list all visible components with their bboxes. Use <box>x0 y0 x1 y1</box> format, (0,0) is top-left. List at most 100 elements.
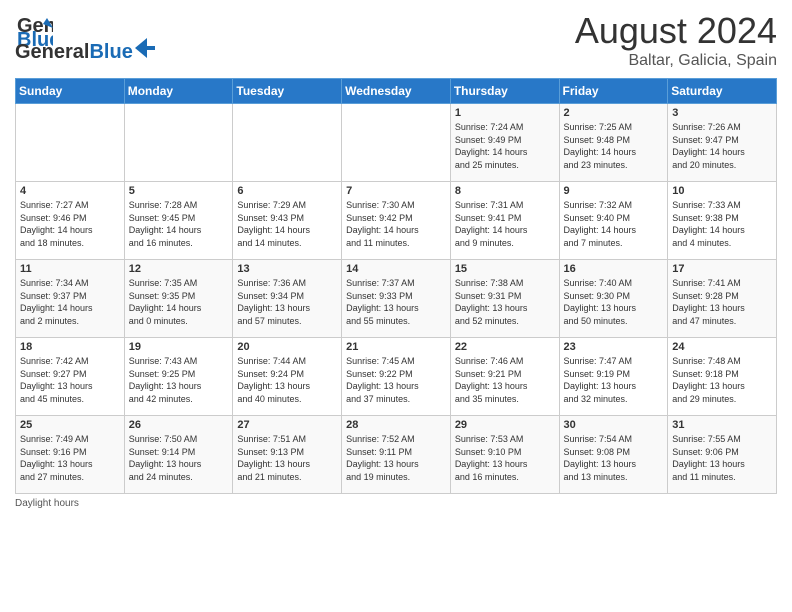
day-number: 21 <box>346 341 446 353</box>
day-number: 12 <box>129 263 229 275</box>
table-row: 10 Sunrise: 7:33 AMSunset: 9:38 PMDayligh… <box>668 182 777 260</box>
day-info-line: Sunrise: 7:45 AM <box>346 355 446 368</box>
weekday-header-row: Sunday Monday Tuesday Wednesday Thursday… <box>16 79 777 104</box>
day-number: 27 <box>237 419 337 431</box>
day-info: Sunrise: 7:49 AMSunset: 9:16 PMDaylight:… <box>20 433 120 483</box>
day-info-line: Daylight: 14 hours <box>455 146 555 159</box>
table-row: 4Sunrise: 7:27 AMSunset: 9:46 PMDaylight… <box>16 182 125 260</box>
day-number: 10 <box>672 185 772 197</box>
header-thursday: Thursday <box>450 79 559 104</box>
day-info-line: Sunrise: 7:31 AM <box>455 199 555 212</box>
daylight-hours-label: Daylight hours <box>15 498 79 509</box>
table-row <box>16 104 125 182</box>
day-info-line: and 11 minutes. <box>346 237 446 250</box>
location-subtitle: Baltar, Galicia, Spain <box>575 52 777 70</box>
day-number: 8 <box>455 185 555 197</box>
table-row: 24Sunrise: 7:48 AMSunset: 9:18 PMDayligh… <box>668 338 777 416</box>
table-row: 26Sunrise: 7:50 AMSunset: 9:14 PMDayligh… <box>124 416 233 494</box>
day-number: 14 <box>346 263 446 275</box>
day-number: 9 <box>564 185 664 197</box>
day-info-line: Sunrise: 7:42 AM <box>20 355 120 368</box>
table-row: 19Sunrise: 7:43 AMSunset: 9:25 PMDayligh… <box>124 338 233 416</box>
day-info-line: Daylight: 14 hours <box>455 224 555 237</box>
day-info-line: and 35 minutes. <box>455 393 555 406</box>
day-info-line: and 57 minutes. <box>237 315 337 328</box>
day-info-line: and 4 minutes. <box>672 237 772 250</box>
day-info-line: Daylight: 13 hours <box>346 302 446 315</box>
day-info-line: Sunset: 9:16 PM <box>20 446 120 459</box>
day-info-line: Sunset: 9:25 PM <box>129 368 229 381</box>
table-row: 9Sunrise: 7:32 AMSunset: 9:40 PMDaylight… <box>559 182 668 260</box>
day-number: 7 <box>346 185 446 197</box>
day-info-line: Daylight: 13 hours <box>20 380 120 393</box>
day-info: Sunrise: 7:54 AMSunset: 9:08 PMDaylight:… <box>564 433 664 483</box>
table-row: 6 Sunrise: 7:29 AMSunset: 9:43 PMDaylight… <box>233 182 342 260</box>
day-info-line: and 45 minutes. <box>20 393 120 406</box>
calendar-week-row: 25Sunrise: 7:49 AMSunset: 9:16 PMDayligh… <box>16 416 777 494</box>
day-info: Sunrise: 7:46 AMSunset: 9:21 PMDaylight:… <box>455 355 555 405</box>
table-row: 25Sunrise: 7:49 AMSunset: 9:16 PMDayligh… <box>16 416 125 494</box>
day-info-line: and 19 minutes. <box>346 471 446 484</box>
day-info-line: Daylight: 13 hours <box>346 380 446 393</box>
header-wednesday: Wednesday <box>342 79 451 104</box>
logo-blue-text: Blue <box>89 41 132 64</box>
day-info: Sunrise: 7:34 AMSunset: 9:37 PMDaylight:… <box>20 277 120 327</box>
day-info-line: Daylight: 14 hours <box>672 224 772 237</box>
day-info-line: Sunrise: 7:24 AM <box>455 121 555 134</box>
day-info-line: Sunset: 9:46 PM <box>20 212 120 225</box>
day-info: Sunrise: 7:52 AMSunset: 9:11 PMDaylight:… <box>346 433 446 483</box>
day-info-line: Sunset: 9:35 PM <box>129 290 229 303</box>
day-info: Sunrise: 7:44 AMSunset: 9:24 PMDaylight:… <box>237 355 337 405</box>
main-container: General Blue General Blue August 2024 Ba… <box>0 0 792 514</box>
day-info-line: Sunrise: 7:55 AM <box>672 433 772 446</box>
day-info-line: Daylight: 13 hours <box>564 302 664 315</box>
header-saturday: Saturday <box>668 79 777 104</box>
day-info-line: Sunset: 9:22 PM <box>346 368 446 381</box>
day-info-line: Daylight: 13 hours <box>672 302 772 315</box>
day-info-line: Daylight: 14 hours <box>237 224 337 237</box>
table-row: 2Sunrise: 7:25 AMSunset: 9:48 PMDaylight… <box>559 104 668 182</box>
day-info-line: Sunset: 9:28 PM <box>672 290 772 303</box>
day-info-line: Sunset: 9:48 PM <box>564 134 664 147</box>
day-info-line: and 2 minutes. <box>20 315 120 328</box>
day-number: 6 <box>237 185 337 197</box>
day-info-line: Sunset: 9:45 PM <box>129 212 229 225</box>
day-info: Sunrise: 7:38 AMSunset: 9:31 PMDaylight:… <box>455 277 555 327</box>
table-row: 31Sunrise: 7:55 AMSunset: 9:06 PMDayligh… <box>668 416 777 494</box>
day-info-line: and 42 minutes. <box>129 393 229 406</box>
day-info: Sunrise: 7:48 AMSunset: 9:18 PMDaylight:… <box>672 355 772 405</box>
month-year-title: August 2024 <box>575 10 777 52</box>
day-info: Sunrise: 7:55 AMSunset: 9:06 PMDaylight:… <box>672 433 772 483</box>
day-info-line: Sunrise: 7:30 AM <box>346 199 446 212</box>
day-info-line: Daylight: 13 hours <box>346 458 446 471</box>
day-info-line: Sunset: 9:34 PM <box>237 290 337 303</box>
day-info-line: Sunrise: 7:41 AM <box>672 277 772 290</box>
day-info: Sunrise: 7:37 AMSunset: 9:33 PMDaylight:… <box>346 277 446 327</box>
day-info-line: and 27 minutes. <box>20 471 120 484</box>
table-row: 12Sunrise: 7:35 AMSunset: 9:35 PMDayligh… <box>124 260 233 338</box>
day-info-line: and 55 minutes. <box>346 315 446 328</box>
day-number: 3 <box>672 107 772 119</box>
day-number: 18 <box>20 341 120 353</box>
day-info: Sunrise: 7:43 AMSunset: 9:25 PMDaylight:… <box>129 355 229 405</box>
day-info-line: Sunrise: 7:37 AM <box>346 277 446 290</box>
day-info-line: Sunrise: 7:40 AM <box>564 277 664 290</box>
day-info-line: Sunrise: 7:47 AM <box>564 355 664 368</box>
day-info: Sunrise: 7:33 AMSunset: 9:38 PMDaylight:… <box>672 199 772 249</box>
calendar-week-row: 18Sunrise: 7:42 AMSunset: 9:27 PMDayligh… <box>16 338 777 416</box>
day-info: Sunrise: 7:29 AMSunset: 9:43 PMDaylight:… <box>237 199 337 249</box>
day-info-line: and 16 minutes. <box>455 471 555 484</box>
day-info-line: and 50 minutes. <box>564 315 664 328</box>
header-tuesday: Tuesday <box>233 79 342 104</box>
day-info-line: Daylight: 14 hours <box>564 224 664 237</box>
day-info-line: Daylight: 14 hours <box>672 146 772 159</box>
day-info-line: Daylight: 14 hours <box>20 224 120 237</box>
day-info-line: and 20 minutes. <box>672 159 772 172</box>
day-number: 30 <box>564 419 664 431</box>
day-number: 26 <box>129 419 229 431</box>
day-info-line: Sunrise: 7:50 AM <box>129 433 229 446</box>
table-row: 5Sunrise: 7:28 AMSunset: 9:45 PMDaylight… <box>124 182 233 260</box>
day-info: Sunrise: 7:24 AMSunset: 9:49 PMDaylight:… <box>455 121 555 171</box>
calendar-body: 1Sunrise: 7:24 AMSunset: 9:49 PMDaylight… <box>16 104 777 494</box>
day-info-line: Sunrise: 7:38 AM <box>455 277 555 290</box>
